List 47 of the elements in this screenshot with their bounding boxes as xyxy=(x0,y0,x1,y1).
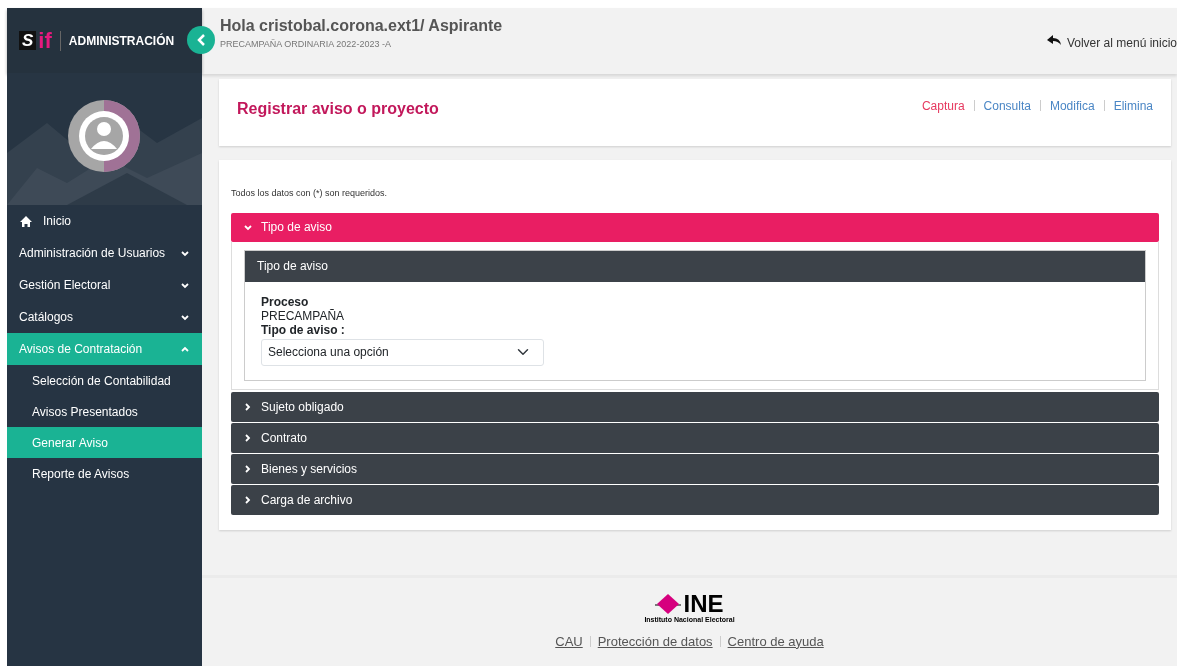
field-label: Proceso xyxy=(261,294,310,309)
action-link[interactable]: Captura xyxy=(921,97,965,113)
chevron-down-icon xyxy=(180,312,190,322)
footer-link[interactable]: CAU xyxy=(555,631,583,651)
accordion-header[interactable]: Contrato xyxy=(231,422,1159,453)
accordion-header[interactable]: Sujeto obligado xyxy=(231,391,1159,422)
sidebar-item[interactable]: Gestión Electoral xyxy=(7,269,202,301)
required-note: Todos los datos con (*) son requeridos. xyxy=(231,187,389,200)
chevron-right-icon xyxy=(243,433,253,442)
accordion-header[interactable]: Tipo de aviso xyxy=(231,212,1159,242)
accordion-header[interactable]: Bienes y servicios xyxy=(231,453,1159,484)
reply-arrow-icon xyxy=(1046,34,1061,46)
logo-text: INE xyxy=(683,593,724,615)
panel-header: Tipo de aviso xyxy=(245,250,1145,282)
logo-text: if xyxy=(38,30,52,51)
chevron-right-icon xyxy=(243,495,253,504)
sidebar-item[interactable]: Inicio xyxy=(7,205,202,237)
chevron-right-icon xyxy=(243,464,253,473)
brand-title: ADMINISTRACIÓN xyxy=(68,32,175,50)
process-subtitle: PRECAMPAÑA ORDINARIA 2022-2023 -A xyxy=(220,38,392,51)
chevron-up-icon xyxy=(180,344,190,354)
chevron-down-icon xyxy=(180,280,190,290)
home-icon xyxy=(19,214,33,228)
select-field[interactable]: Selecciona una opción xyxy=(261,338,544,366)
action-link[interactable]: Consulta xyxy=(983,97,1031,113)
chevron-down-icon xyxy=(243,222,253,232)
action-link[interactable]: Modifica xyxy=(1049,97,1095,113)
submenu-item[interactable]: Selección de Contabilidad xyxy=(7,365,202,396)
footer-link[interactable]: Protección de datos xyxy=(597,631,713,651)
submenu-item[interactable]: Reporte de Avisos xyxy=(7,458,202,489)
field-label: Tipo de aviso : xyxy=(261,322,346,337)
collapse-button[interactable] xyxy=(187,26,215,54)
accordion-header[interactable]: Carga de archivo xyxy=(231,484,1159,515)
back-link[interactable]: Volver al menú inicio xyxy=(1046,34,1177,74)
footer-link[interactable]: Centro de ayuda xyxy=(727,631,824,651)
ballot-diamond-icon xyxy=(655,593,682,615)
page-title: Registrar aviso o proyecto xyxy=(237,99,439,119)
chevron-right-icon xyxy=(243,402,253,411)
action-link[interactable]: Elimina xyxy=(1113,97,1153,113)
chevron-left-icon xyxy=(195,33,207,47)
submenu-item[interactable]: Avisos Presentados xyxy=(7,396,202,427)
sidebar-item[interactable]: Administración de Usuarios xyxy=(7,237,202,269)
chevron-down-icon xyxy=(180,248,190,258)
field-value: PRECAMPAÑA xyxy=(261,308,346,323)
sidebar-item[interactable]: Catálogos xyxy=(7,301,202,333)
greeting-title: Hola cristobal.corona.ext1/ Aspirante xyxy=(220,16,503,36)
logo-mark: S xyxy=(19,31,37,50)
